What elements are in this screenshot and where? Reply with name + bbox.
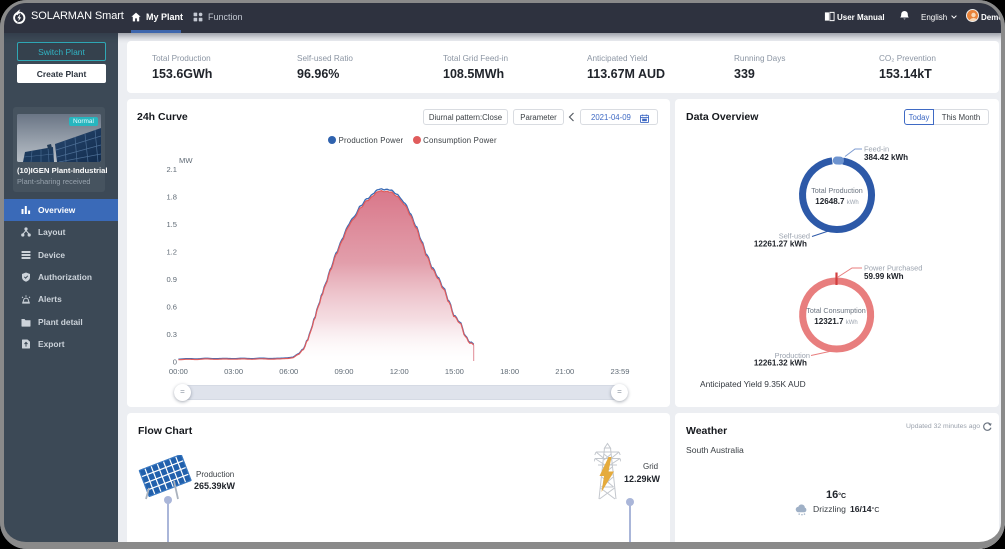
svg-text:12261.27 kWh: 12261.27 kWh [754, 240, 807, 249]
svg-text:59.99 kWh: 59.99 kWh [864, 272, 904, 281]
svg-text:00:00: 00:00 [169, 367, 188, 376]
svg-text:0.6: 0.6 [166, 303, 177, 312]
svg-text:MW: MW [179, 156, 193, 165]
svg-text:Anticipated Yield 9.35K AUD: Anticipated Yield 9.35K AUD [700, 379, 806, 389]
svg-text:Total Production: Total Production [811, 186, 863, 195]
svg-text:0.3: 0.3 [166, 330, 177, 339]
svg-text:23:59: 23:59 [610, 367, 629, 376]
svg-text:Total Consumption: Total Consumption [806, 306, 866, 315]
svg-text:18:00: 18:00 [500, 367, 519, 376]
svg-text:12648.7 kWh: 12648.7 kWh [815, 197, 859, 206]
svg-text:0: 0 [173, 358, 177, 367]
svg-text:12261.32 kWh: 12261.32 kWh [754, 359, 807, 368]
svg-text:1.8: 1.8 [166, 193, 177, 202]
svg-text:03:00: 03:00 [224, 367, 243, 376]
svg-text:1.2: 1.2 [166, 248, 177, 257]
svg-text:0.9: 0.9 [166, 275, 177, 284]
svg-text:384.42 kWh: 384.42 kWh [864, 153, 908, 162]
svg-text:2.1: 2.1 [166, 165, 177, 174]
svg-text:12321.7 kWh: 12321.7 kWh [814, 317, 858, 326]
svg-text:12:00: 12:00 [390, 367, 409, 376]
svg-text:21:00: 21:00 [555, 367, 574, 376]
svg-text:09:00: 09:00 [334, 367, 353, 376]
svg-text:1.5: 1.5 [166, 220, 177, 229]
svg-text:15:00: 15:00 [445, 367, 464, 376]
svg-text:06:00: 06:00 [279, 367, 298, 376]
